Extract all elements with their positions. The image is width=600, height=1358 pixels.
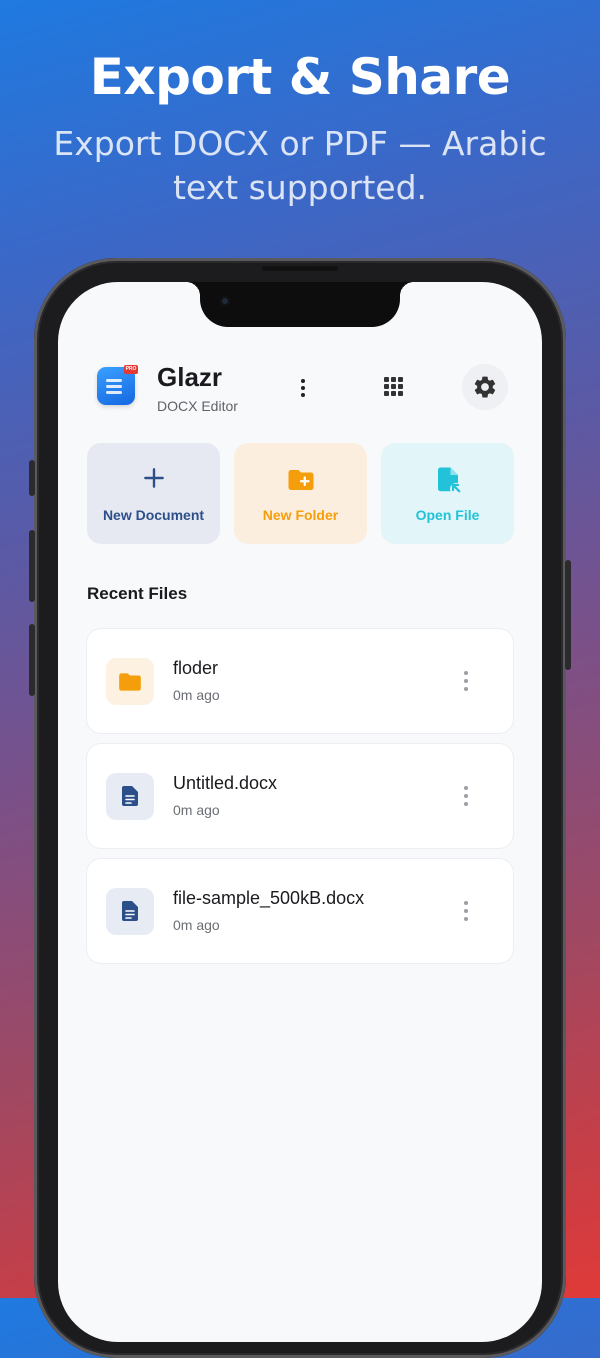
recent-files-title: Recent Files [87, 584, 188, 603]
doc-app-icon: PRO [97, 365, 138, 405]
phone-power-button [565, 560, 571, 670]
recent-file-row[interactable]: Untitled.docx 0m ago [87, 744, 513, 848]
open-file-button[interactable]: Open File [381, 443, 514, 544]
phone-volume-up [29, 530, 35, 602]
open-file-label: Open File [415, 507, 480, 523]
file-name: floder [173, 658, 219, 678]
recent-file-row[interactable]: floder 0m ago [87, 629, 513, 733]
file-time: 0m ago [173, 687, 220, 703]
new-document-button[interactable]: New Document [87, 443, 220, 544]
more-vertical-icon[interactable] [460, 670, 472, 692]
open-file-icon [437, 467, 460, 493]
app-name: Glazr [157, 362, 223, 392]
front-camera [220, 296, 230, 306]
recent-file-row[interactable]: file-sample_500kB.docx 0m ago [87, 859, 513, 963]
gear-icon [474, 376, 496, 398]
phone-notch [186, 282, 414, 327]
app-subtitle: DOCX Editor [157, 398, 238, 414]
document-icon-wrap [106, 773, 154, 820]
phone-speaker [262, 266, 338, 271]
apps-grid-icon[interactable] [382, 375, 406, 399]
file-time: 0m ago [173, 917, 220, 933]
new-folder-label: New Folder [262, 507, 339, 523]
document-icon [122, 901, 138, 921]
phone-volume-down [29, 624, 35, 696]
pro-badge: PRO [124, 365, 138, 374]
document-icon-wrap [106, 888, 154, 935]
more-vertical-icon[interactable] [292, 377, 314, 399]
file-name: Untitled.docx [173, 773, 278, 793]
more-vertical-icon[interactable] [460, 785, 472, 807]
promo-headline: Export & Share [89, 48, 511, 106]
folder-plus-icon [288, 470, 313, 490]
plus-icon [143, 468, 164, 488]
folder-icon-wrap [106, 658, 154, 705]
file-time: 0m ago [173, 802, 220, 818]
promo-subline: Export DOCX or PDF — Arabic text support… [53, 124, 547, 207]
folder-icon [119, 673, 141, 691]
phone-mute-switch [29, 460, 35, 496]
settings-button[interactable] [462, 364, 508, 410]
new-folder-button[interactable]: New Folder [234, 443, 367, 544]
new-document-label: New Document [102, 507, 205, 523]
file-name: file-sample_500kB.docx [173, 888, 365, 908]
document-icon [122, 786, 138, 806]
more-vertical-icon[interactable] [460, 900, 472, 922]
